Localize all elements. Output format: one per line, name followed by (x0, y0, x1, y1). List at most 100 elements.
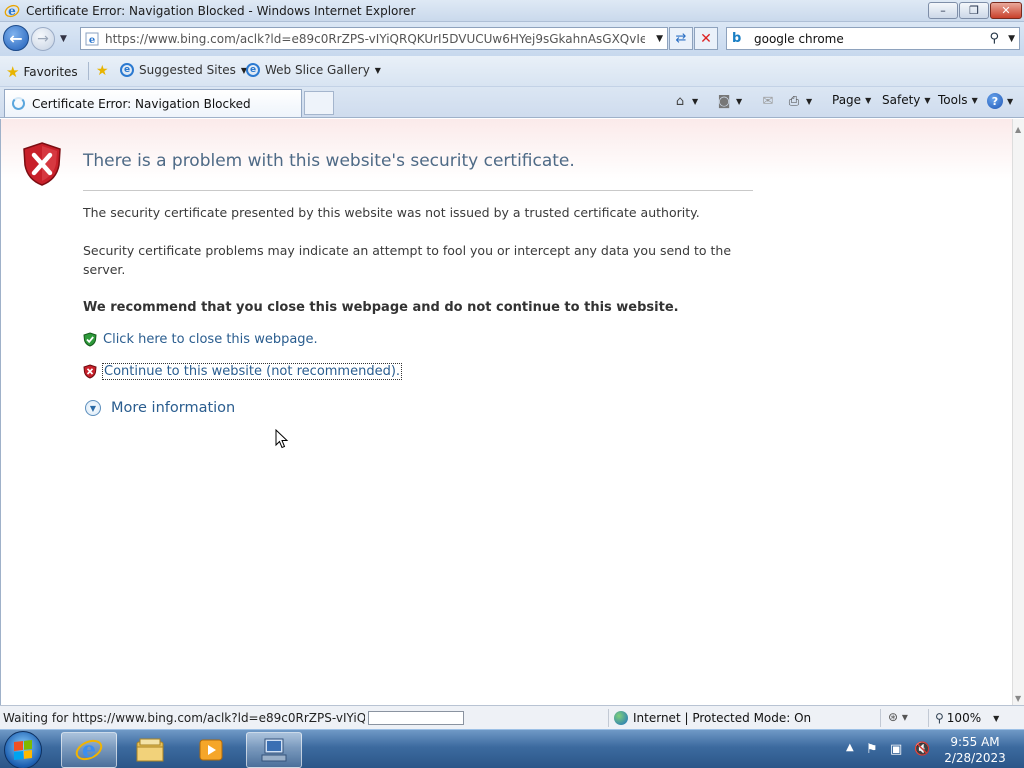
page-menu[interactable]: Page ▼ (832, 93, 871, 107)
read-mail-button[interactable]: ✉ (760, 93, 776, 109)
continue-website-label[interactable]: Continue to this website (not recommende… (101, 363, 403, 380)
security-zone-label: Internet | Protected Mode: On (633, 711, 812, 725)
vertical-scrollbar[interactable]: ▲ ▼ (1012, 119, 1024, 705)
more-information-label[interactable]: More information (111, 400, 235, 416)
internet-explorer-icon: e (75, 737, 103, 763)
safety-menu[interactable]: Safety ▼ (882, 93, 931, 107)
close-webpage-link[interactable]: Click here to close this webpage. (83, 332, 318, 347)
continue-website-link[interactable]: Continue to this website (not recommende… (83, 363, 403, 380)
divider (880, 709, 881, 727)
divider (83, 190, 753, 191)
minimize-button[interactable]: – (928, 2, 958, 19)
page-title: There is a problem with this website's s… (83, 151, 575, 171)
forward-arrow-icon: → (37, 31, 49, 47)
refresh-icon: ⇄ (675, 31, 687, 46)
loading-spinner-icon (12, 97, 25, 110)
refresh-button[interactable]: ⇄ (669, 27, 693, 50)
restore-button[interactable]: ❐ (959, 2, 989, 19)
tools-menu[interactable]: Tools ▼ (938, 93, 978, 107)
action-center-flag-icon[interactable]: ⚑ (866, 742, 878, 757)
stop-icon: ✕ (700, 30, 712, 47)
security-zone[interactable]: Internet | Protected Mode: On (614, 711, 811, 725)
web-slice-gallery-label: Web Slice Gallery (265, 63, 370, 77)
tab-label: Certificate Error: Navigation Blocked (32, 96, 251, 111)
show-hidden-icons[interactable]: ▲ (846, 742, 854, 753)
chevron-down-icon: ▼ (924, 95, 931, 105)
scroll-up-icon[interactable]: ▲ (1015, 125, 1021, 134)
computer-network-icon (261, 738, 287, 762)
start-button[interactable] (4, 731, 42, 768)
change-status-bar-icon[interactable]: ⊛ ▾ (888, 710, 908, 724)
divider (608, 709, 609, 727)
address-bar[interactable]: e https://www.bing.com/aclk?ld=e89c0RrZP… (80, 27, 668, 50)
recent-pages-dropdown[interactable]: ▼ (60, 34, 67, 44)
green-shield-icon (83, 332, 97, 347)
folder-icon (136, 738, 164, 762)
close-webpage-label[interactable]: Click here to close this webpage. (103, 332, 318, 347)
home-button[interactable]: ⌂ ▼ (672, 93, 698, 109)
status-bar: Waiting for https://www.bing.com/aclk?ld… (0, 705, 1024, 729)
address-dropdown-icon[interactable]: ▼ (656, 34, 663, 44)
print-button[interactable]: ⎙ ▼ (786, 93, 812, 109)
expand-chevron-icon: ▼ (85, 400, 101, 416)
feeds-button[interactable]: ◙ ▼ (716, 93, 742, 109)
favorites-label: Favorites (23, 64, 78, 79)
taskbar-internet-explorer[interactable]: e (61, 732, 117, 768)
media-player-icon (199, 739, 223, 761)
chevron-down-icon: ▼ (993, 713, 1000, 723)
window-title: Certificate Error: Navigation Blocked - … (26, 3, 416, 18)
svg-text:e: e (89, 35, 95, 46)
back-button[interactable]: ← (3, 25, 29, 51)
page-content: There is a problem with this website's s… (0, 119, 1012, 705)
loading-progress-bar (368, 711, 464, 725)
favorites-star-icon: ★ (6, 62, 20, 81)
chevron-down-icon: ▼ (865, 95, 872, 105)
more-information-toggle[interactable]: ▼ More information (85, 400, 235, 416)
network-icon[interactable]: ▣ (890, 742, 902, 757)
title-bar: e Certificate Error: Navigation Blocked … (0, 0, 1024, 22)
favorites-bar: ★ Favorites ★ e Suggested Sites ▼ e Web … (0, 56, 1024, 87)
zoom-level-label: 100% (946, 711, 982, 725)
new-tab-button[interactable] (304, 91, 334, 115)
red-shield-icon (83, 364, 97, 379)
page-menu-label: Page (832, 93, 862, 107)
zoom-magnifier-icon: ⚲ (935, 711, 944, 725)
taskbar-network-app[interactable] (246, 732, 302, 768)
add-favorites-icon[interactable]: ★ (96, 63, 109, 79)
zoom-level-button[interactable]: ⚲ 100% ▼ (935, 711, 999, 725)
scroll-down-icon[interactable]: ▼ (1015, 694, 1021, 703)
security-warning-text: Security certificate problems may indica… (83, 243, 732, 277)
taskbar-windows-explorer[interactable] (122, 732, 178, 768)
favorites-button[interactable]: ★ Favorites (6, 61, 78, 82)
search-icon[interactable]: ⚲ (989, 31, 999, 46)
forward-button[interactable]: → (31, 27, 55, 51)
help-menu[interactable]: ? ▼ (987, 93, 1013, 109)
rss-feed-icon: ◙ (717, 93, 731, 109)
safety-menu-label: Safety (882, 93, 921, 107)
taskbar: e ▲ ⚑ ▣ 🔇 9:55 AM 2/28/2023 (0, 729, 1024, 768)
address-input[interactable]: https://www.bing.com/aclk?ld=e89c0RrZPS-… (105, 32, 645, 46)
search-input[interactable]: google chrome (754, 32, 844, 46)
system-clock[interactable]: 9:55 AM 2/28/2023 (940, 734, 1010, 766)
tab-certificate-error[interactable]: Certificate Error: Navigation Blocked (4, 89, 302, 117)
internet-globe-icon (614, 711, 628, 725)
volume-muted-icon[interactable]: 🔇 (914, 742, 930, 757)
tools-menu-label: Tools (938, 93, 968, 107)
clock-date: 2/28/2023 (944, 751, 1006, 765)
ie-page-icon: e (120, 63, 134, 77)
suggested-sites-button[interactable]: e Suggested Sites ▼ (120, 63, 247, 77)
close-button[interactable]: ✕ (990, 2, 1022, 19)
search-box[interactable]: b google chrome ⚲ ▼ (726, 27, 1020, 50)
status-text: Waiting for https://www.bing.com/aclk?ld… (3, 711, 365, 725)
svg-text:e: e (8, 4, 16, 18)
taskbar-media-player[interactable] (183, 732, 239, 768)
search-options-dropdown[interactable]: ▼ (1008, 34, 1015, 44)
error-shield-icon (23, 142, 61, 186)
bing-logo-icon: b (732, 31, 742, 46)
chevron-down-icon: ▼ (374, 65, 381, 75)
recommendation-text: We recommend that you close this webpage… (83, 300, 679, 315)
certificate-issue-text: The security certificate presented by th… (83, 205, 700, 220)
web-slice-gallery-button[interactable]: e Web Slice Gallery ▼ (246, 63, 381, 77)
suggested-sites-label: Suggested Sites (139, 63, 236, 77)
stop-button[interactable]: ✕ (694, 27, 718, 50)
